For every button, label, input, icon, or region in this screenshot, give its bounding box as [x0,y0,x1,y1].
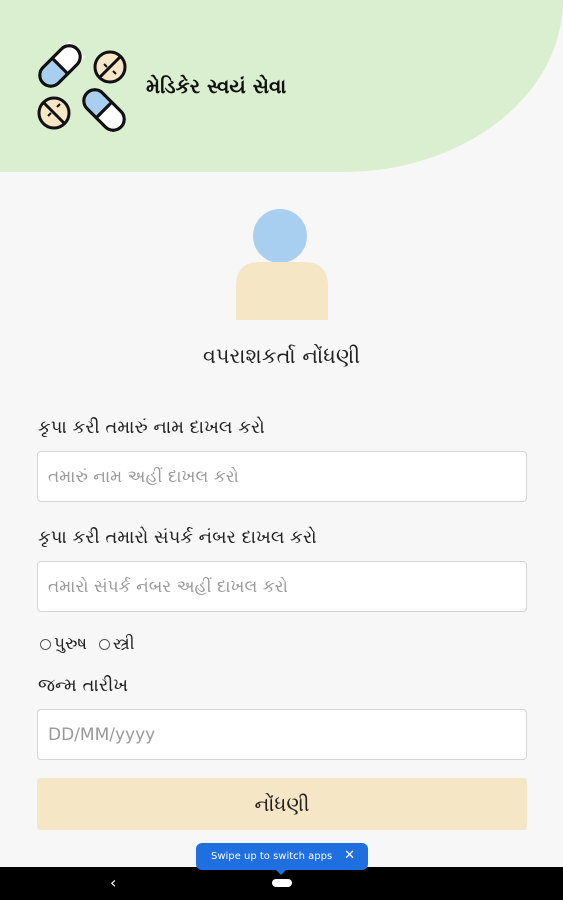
back-icon[interactable]: ‹ [110,873,116,892]
contact-input[interactable] [37,561,527,612]
gender-label-male: પુરુષ [54,634,87,654]
user-avatar-icon [236,209,328,320]
toast-pointer [276,870,286,875]
home-handle[interactable] [272,879,292,887]
radio-button[interactable] [40,638,51,650]
pills-icon [37,41,127,132]
gender-option-female[interactable]: સ્ત્રી [99,634,135,654]
gender-radio-group: પુરુષ સ્ત્રી [40,634,147,654]
gender-option-male[interactable]: પુરુષ [40,634,87,654]
dob-input[interactable] [37,709,527,760]
gender-label-female: સ્ત્રી [113,634,135,654]
dob-label: જન્મ તારીખ [38,675,129,696]
name-input[interactable] [37,451,527,502]
register-button[interactable]: નોંધણી [37,778,527,830]
toast-text: Swipe up to switch apps [211,851,333,862]
close-icon[interactable]: ✕ [344,848,355,863]
contact-label: કૃપા કરી તમારો સંપર્ક નંબર દાખલ કરો [38,527,317,548]
app-header: મેડિકેર સ્વયં સેવા [0,0,563,172]
swipe-hint-toast: Swipe up to switch apps ✕ [196,843,368,875]
radio-button[interactable] [99,638,110,650]
page-title: વપરાશકર્તા નોંધણી [202,344,361,368]
app-title: મેડિકેર સ્વયં સેવા [146,74,287,98]
name-label: કૃપા કરી તમારું નામ દાખલ કરો [38,417,265,438]
